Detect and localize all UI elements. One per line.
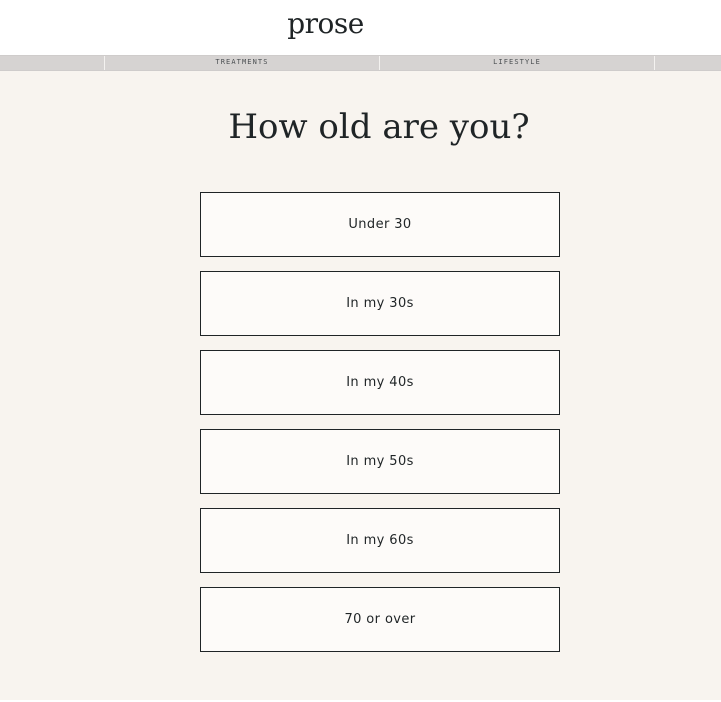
question-title: How old are you? [228, 107, 530, 147]
site-header: prose [0, 0, 721, 55]
option-40s[interactable]: In my 40s [200, 350, 560, 415]
quiz-main: How old are you? Under 30 In my 30s In m… [0, 71, 721, 702]
answer-options: Under 30 In my 30s In my 40s In my 50s I… [200, 192, 560, 666]
quiz-progress-bar: TREATMENTS LIFESTYLE [0, 55, 721, 71]
option-30s[interactable]: In my 30s [200, 271, 560, 336]
progress-step-next [654, 56, 721, 70]
option-60s[interactable]: In my 60s [200, 508, 560, 573]
prose-logo[interactable]: prose [0, 7, 721, 40]
option-50s[interactable]: In my 50s [200, 429, 560, 494]
option-70-or-over[interactable]: 70 or over [200, 587, 560, 652]
option-under-30[interactable]: Under 30 [200, 192, 560, 257]
progress-step-lifestyle: LIFESTYLE [379, 56, 654, 70]
progress-step-treatments: TREATMENTS [104, 56, 379, 70]
